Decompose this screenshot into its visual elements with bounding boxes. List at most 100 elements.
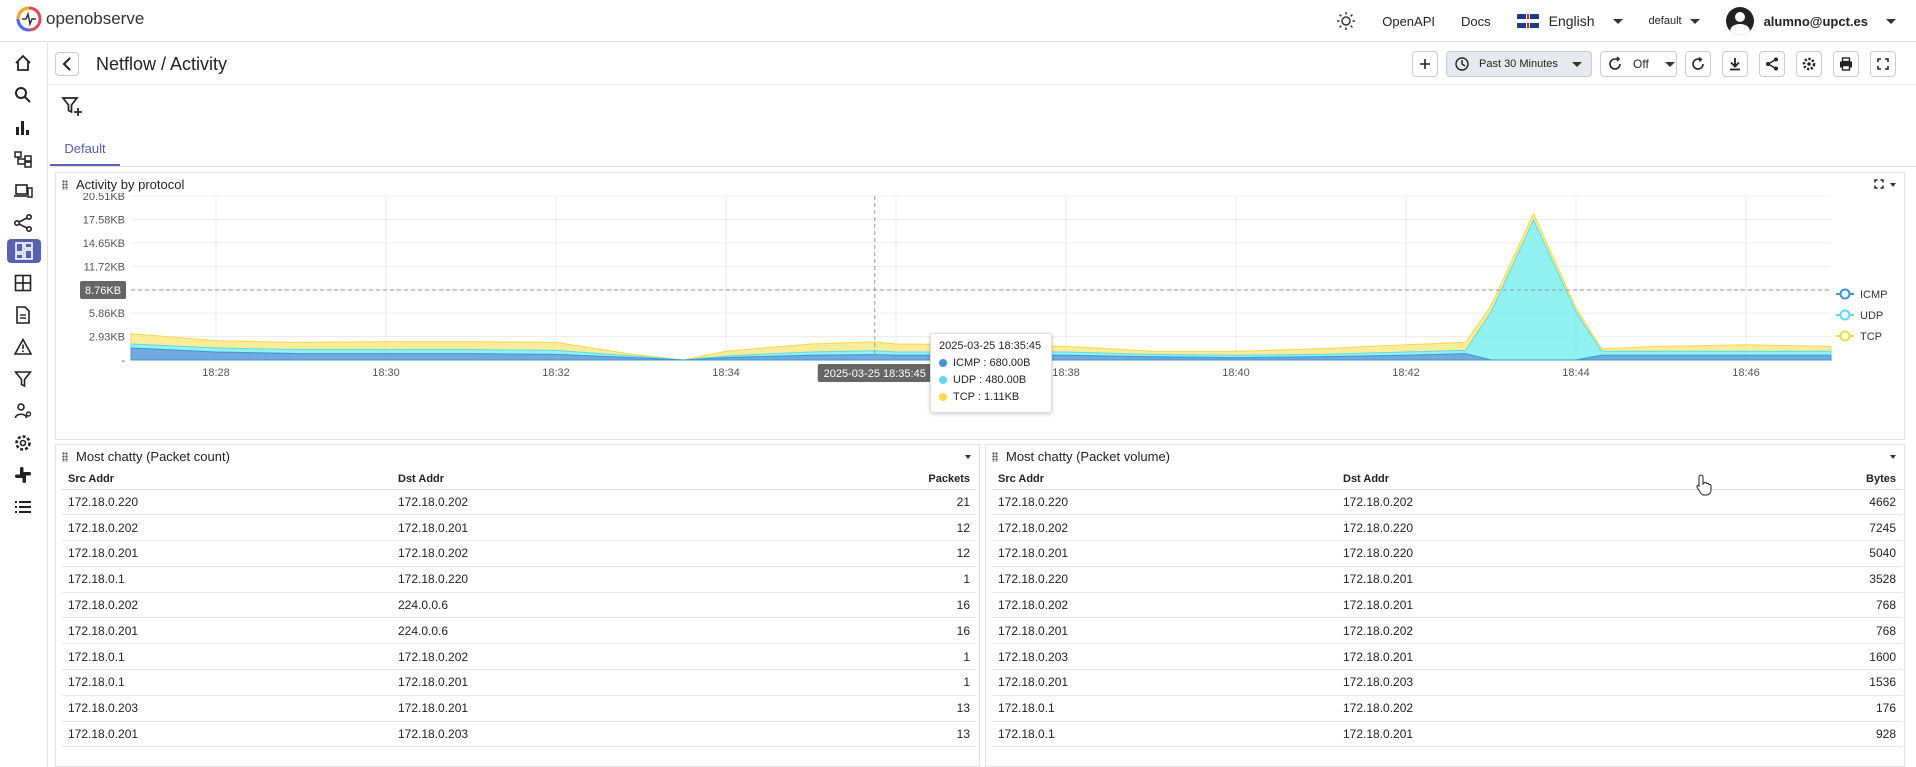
user-menu[interactable]: alumno@upct.es [1725, 7, 1896, 35]
docs-link[interactable]: Docs [1461, 14, 1491, 29]
packet-volume-title: Most chatty (Packet volume) [1006, 449, 1170, 464]
theme-toggle-icon[interactable] [1336, 11, 1356, 31]
alerts-icon[interactable] [10, 335, 36, 359]
column-header[interactable]: Src Addr [992, 469, 1337, 490]
column-header[interactable]: Packets [722, 469, 976, 490]
x-tick-label: 18:40 [1222, 367, 1250, 379]
language-select[interactable]: English [1516, 13, 1623, 29]
table-row[interactable]: 172.18.0.202 224.0.0.6 16 [62, 592, 976, 619]
src-addr-cell: 172.18.0.220 [992, 566, 1337, 593]
iam-icon[interactable] [10, 399, 36, 423]
table-row[interactable]: 172.18.0.1 172.18.0.202 176 [992, 695, 1902, 722]
src-addr-cell: 172.18.0.1 [992, 695, 1337, 722]
table-row[interactable]: 172.18.0.201 172.18.0.203 1536 [992, 669, 1902, 696]
table-row[interactable]: 172.18.0.201 172.18.0.202 12 [62, 540, 976, 567]
slack-icon[interactable] [10, 463, 36, 487]
settings-icon[interactable] [10, 431, 36, 455]
src-addr-cell: 172.18.0.202 [992, 514, 1337, 542]
panel-fullscreen-icon[interactable] [1874, 179, 1884, 189]
legend-label-udp: UDP [1860, 310, 1883, 322]
download-button[interactable] [1722, 51, 1748, 77]
uk-flag-icon [1516, 14, 1539, 28]
metrics-icon[interactable] [10, 115, 36, 139]
share-button[interactable] [1759, 51, 1785, 77]
value-cell: 176 [1682, 695, 1902, 722]
print-button[interactable] [1833, 51, 1859, 77]
fullscreen-button[interactable] [1870, 51, 1896, 77]
dst-addr-cell: 224.0.0.6 [392, 592, 722, 619]
app-logo[interactable]: openobserve [16, 6, 144, 32]
table-row[interactable]: 172.18.0.1 172.18.0.220 1 [62, 566, 976, 593]
table-row[interactable]: 172.18.0.1 172.18.0.201 1 [62, 669, 976, 696]
about-list-icon[interactable] [10, 495, 36, 519]
panel-menu-icon[interactable] [1890, 183, 1896, 187]
dst-addr-cell: 172.18.0.220 [1337, 514, 1682, 542]
logo-icon [16, 6, 42, 32]
column-header[interactable]: Src Addr [62, 469, 392, 490]
rum-icon[interactable] [10, 179, 36, 203]
chart-panel-title: Activity by protocol [76, 177, 185, 192]
chevron-down-icon [1571, 61, 1582, 67]
add-panel-button[interactable] [1412, 51, 1438, 77]
chevron-down-icon [1689, 18, 1700, 24]
auto-refresh-select[interactable]: Off [1600, 51, 1677, 77]
table-row[interactable]: 172.18.0.201 172.18.0.202 768 [992, 617, 1902, 645]
back-button[interactable] [55, 52, 79, 76]
dst-addr-cell: 172.18.0.201 [1337, 592, 1682, 619]
table-row[interactable]: 172.18.0.1 172.18.0.201 928 [992, 721, 1902, 748]
table-row[interactable]: 172.18.0.203 172.18.0.201 13 [62, 695, 976, 722]
table-row[interactable]: 172.18.0.201 224.0.0.6 16 [62, 617, 976, 645]
src-addr-cell: 172.18.0.202 [992, 592, 1337, 619]
dst-addr-cell: 172.18.0.203 [392, 721, 722, 748]
dst-addr-cell: 224.0.0.6 [392, 617, 722, 645]
openapi-link[interactable]: OpenAPI [1382, 14, 1435, 29]
packet-volume-table: Src Addr Dst Addr Bytes 172.18.0.220 172.… [992, 469, 1902, 748]
dashboards-icon[interactable] [7, 239, 41, 263]
x-tick-label: 18:44 [1562, 367, 1590, 379]
dst-addr-cell: 172.18.0.220 [392, 566, 722, 593]
value-cell: 12 [722, 540, 976, 567]
dst-addr-cell: 172.18.0.201 [392, 514, 722, 542]
reports-icon[interactable] [10, 303, 36, 327]
x-tick-label: 18:42 [1392, 367, 1420, 379]
tcp-dot-icon [939, 393, 947, 401]
dst-addr-cell: 172.18.0.201 [392, 669, 722, 696]
table-row[interactable]: 172.18.0.1 172.18.0.202 1 [62, 643, 976, 671]
icmp-dot-icon [939, 359, 947, 367]
refresh-button[interactable] [1685, 51, 1711, 77]
table-row[interactable]: 172.18.0.203 172.18.0.201 1600 [992, 643, 1902, 671]
add-filter-icon[interactable] [61, 95, 83, 117]
table-row[interactable]: 172.18.0.202 172.18.0.220 7245 [992, 514, 1902, 542]
functions-filter-icon[interactable] [10, 367, 36, 391]
table-row[interactable]: 172.18.0.201 172.18.0.220 5040 [992, 540, 1902, 567]
download-icon [1730, 58, 1740, 71]
packet-count-table: Src Addr Dst Addr Packets 172.18.0.220 17… [62, 469, 976, 748]
pipelines-icon[interactable] [10, 211, 36, 235]
column-header[interactable]: Dst Addr [1337, 469, 1682, 490]
fullscreen-icon [1877, 58, 1889, 70]
table-row[interactable]: 172.18.0.220 172.18.0.202 4662 [992, 489, 1902, 516]
value-cell: 12 [722, 514, 976, 542]
table-row[interactable]: 172.18.0.220 172.18.0.201 3528 [992, 566, 1902, 593]
table-row[interactable]: 172.18.0.202 172.18.0.201 12 [62, 514, 976, 542]
value-cell: 1 [722, 566, 976, 593]
table-row[interactable]: 172.18.0.201 172.18.0.203 13 [62, 721, 976, 748]
panel-menu-icon[interactable] [965, 455, 971, 459]
drag-handle-icon[interactable] [992, 451, 998, 462]
streams-icon[interactable] [10, 271, 36, 295]
drag-handle-icon[interactable] [62, 179, 68, 190]
table-row[interactable]: 172.18.0.202 172.18.0.201 768 [992, 592, 1902, 619]
home-icon[interactable] [10, 51, 36, 75]
time-range-picker[interactable]: Past 30 Minutes [1446, 51, 1592, 77]
settings-button[interactable] [1796, 51, 1822, 77]
panel-menu-icon[interactable] [1890, 455, 1896, 459]
drag-handle-icon[interactable] [62, 451, 68, 462]
src-addr-cell: 172.18.0.201 [62, 617, 392, 645]
column-header[interactable]: Bytes [1682, 469, 1902, 490]
table-row[interactable]: 172.18.0.220 172.18.0.202 21 [62, 489, 976, 516]
search-icon[interactable] [10, 83, 36, 107]
column-header[interactable]: Dst Addr [392, 469, 722, 490]
traces-icon[interactable] [10, 147, 36, 171]
tab-default[interactable]: Default [50, 142, 120, 166]
org-select[interactable]: default [1649, 15, 1700, 27]
